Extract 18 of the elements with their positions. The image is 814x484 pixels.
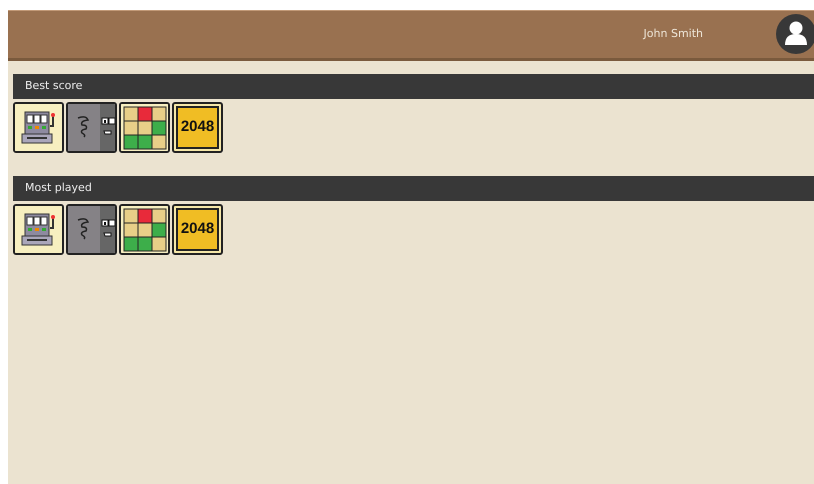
game-tile[interactable] — [66, 204, 117, 255]
game-tile[interactable] — [119, 204, 170, 255]
face-icon — [68, 104, 115, 151]
game-tile[interactable] — [13, 102, 64, 153]
game-tile[interactable] — [119, 102, 170, 153]
face-icon — [68, 206, 115, 253]
game-tile[interactable] — [66, 102, 117, 153]
game-tile[interactable]: 2048 — [172, 102, 223, 153]
colored-grid-icon — [121, 104, 168, 151]
section-header: Best score — [13, 74, 814, 99]
user-name: John Smith — [644, 26, 703, 42]
section-header: Most played — [13, 176, 814, 201]
slot-machine-icon — [15, 104, 62, 151]
game-tile[interactable]: 2048 — [172, 204, 223, 255]
game-tile[interactable] — [13, 204, 64, 255]
colored-grid-icon — [121, 206, 168, 253]
avatar-icon[interactable] — [776, 14, 814, 54]
slot-machine-icon — [15, 206, 62, 253]
